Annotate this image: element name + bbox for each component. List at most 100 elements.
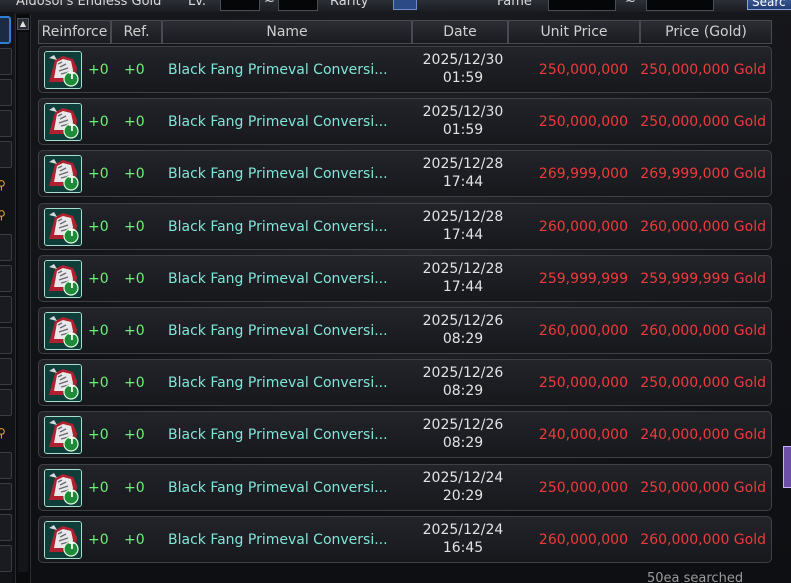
category-tab[interactable] [0,296,12,323]
magnifier-icon[interactable]: ⚲ [0,208,6,222]
table-row[interactable]: T +0 +0 Black Fang Primeval Conversi... 2025… [38,255,772,302]
unit-price: 260,000,000 [538,532,628,548]
category-tab[interactable] [0,545,12,572]
item-badge: T [68,124,76,134]
listing-date: 2025/12/24 16:45 [413,521,513,557]
listing-date: 2025/12/26 08:29 [413,312,513,348]
table-row[interactable]: T +0 +0 Black Fang Primeval Conversi... 2025… [38,150,772,197]
column-header-name[interactable]: Name [162,20,412,44]
category-tab[interactable] [0,110,12,137]
table-row[interactable]: T +0 +0 Black Fang Primeval Conversi... 2025… [38,46,772,93]
unit-price: 250,000,000 [538,62,628,78]
reinforce-value: +0 [88,323,109,339]
item-name[interactable]: Black Fang Primeval Conversi... [168,166,388,182]
column-header-date[interactable]: Date [412,20,508,44]
time-text: 16:45 [442,540,484,556]
listing-date: 2025/12/24 20:29 [413,469,513,505]
item-name[interactable]: Black Fang Primeval Conversi... [168,323,388,339]
side-panel-tab[interactable] [783,446,791,488]
item-icon[interactable]: T [44,208,82,246]
item-icon[interactable]: T [44,312,82,350]
item-icon[interactable]: T [44,521,82,559]
unit-price: 259,999,999 [538,271,628,287]
category-tab[interactable] [0,452,12,479]
column-header-ref[interactable]: Ref. [111,20,162,44]
filter-bar: Aldosol's Endless Gold Lv. ~ Rarity Fame… [0,0,791,12]
table-row[interactable]: T +0 +0 Black Fang Primeval Conversi... 2025… [38,307,772,354]
listing-date: 2025/12/26 08:29 [413,416,513,452]
table-row[interactable]: T +0 +0 Black Fang Primeval Conversi... 2025… [38,516,772,563]
auction-search-window: Aldosol's Endless Gold Lv. ~ Rarity Fame… [0,0,791,583]
unit-price: 250,000,000 [538,480,628,496]
category-tab[interactable] [0,514,12,541]
item-icon[interactable]: T [44,103,82,141]
fame-max-input[interactable] [646,0,714,11]
item-icon[interactable]: T [44,469,82,507]
category-tab[interactable] [0,141,12,168]
scrollbar-track[interactable] [18,32,28,572]
category-tab[interactable] [0,358,12,385]
item-name[interactable]: Black Fang Primeval Conversi... [168,532,388,548]
level-max-input[interactable] [278,0,318,11]
reinforce-value: +0 [88,375,109,391]
item-name[interactable]: Black Fang Primeval Conversi... [168,427,388,443]
category-tab[interactable] [0,234,12,261]
category-tab[interactable] [0,389,12,416]
category-tab[interactable] [0,265,12,292]
category-tab[interactable] [0,48,12,75]
unit-price: 269,999,000 [538,166,628,182]
item-icon[interactable]: T [44,155,82,193]
category-tab[interactable] [0,327,12,354]
category-tab[interactable] [0,483,12,510]
magnifier-icon[interactable]: ⚲ [0,426,6,440]
level-min-input[interactable] [220,0,260,11]
total-price: 260,000,000 Gold [640,219,766,235]
fame-min-input[interactable] [548,0,616,11]
refine-value: +0 [124,532,145,548]
reinforce-value: +0 [88,114,109,130]
item-icon[interactable]: T [44,364,82,402]
table-row[interactable]: T +0 +0 Black Fang Primeval Conversi... 2025… [38,359,772,406]
table-row[interactable]: T +0 +0 Black Fang Primeval Conversi... 2025… [38,98,772,145]
reinforce-value: +0 [88,480,109,496]
item-icon[interactable]: T [44,51,82,89]
item-name[interactable]: Black Fang Primeval Conversi... [168,62,388,78]
listing-date: 2025/12/30 01:59 [413,51,513,87]
level-range-separator: ~ [264,0,275,9]
item-icon[interactable]: T [44,416,82,454]
table-row[interactable]: T +0 +0 Black Fang Primeval Conversi... 2025… [38,464,772,511]
column-header-unit-price[interactable]: Unit Price [508,20,640,44]
search-button[interactable]: Searc [747,0,791,10]
time-text: 20:29 [442,488,484,504]
date-text: 2025/12/26 [422,313,504,329]
rarity-dropdown[interactable]: Rarity [330,0,368,9]
column-header-price[interactable]: Price (Gold) [640,20,772,44]
time-text: 08:29 [442,435,484,451]
magnifier-icon[interactable]: ⚲ [0,178,6,192]
date-text: 2025/12/30 [422,52,504,68]
results-scrollbar[interactable]: ▲ [15,14,31,583]
item-name[interactable]: Black Fang Primeval Conversi... [168,219,388,235]
scroll-up-arrow-icon[interactable]: ▲ [17,18,29,30]
item-badge: T [68,542,76,552]
category-tab-selected[interactable] [0,16,11,44]
date-text: 2025/12/28 [422,209,504,225]
rarity-dropdown-arrow[interactable] [393,0,417,10]
category-filter[interactable]: Aldosol's Endless Gold [16,0,161,9]
category-tab[interactable] [0,79,12,106]
item-name[interactable]: Black Fang Primeval Conversi... [168,271,388,287]
result-count: 50ea searched [647,571,744,583]
item-name[interactable]: Black Fang Primeval Conversi... [168,114,388,130]
refine-value: +0 [124,323,145,339]
fame-range-separator: ~ [625,0,636,9]
table-row[interactable]: T +0 +0 Black Fang Primeval Conversi... 2025… [38,411,772,458]
item-name[interactable]: Black Fang Primeval Conversi... [168,480,388,496]
listing-date: 2025/12/30 01:59 [413,103,513,139]
table-row[interactable]: T +0 +0 Black Fang Primeval Conversi... 2025… [38,203,772,250]
total-price: 250,000,000 Gold [640,375,766,391]
column-header-reinforce[interactable]: Reinforce [38,20,111,44]
reinforce-value: +0 [88,219,109,235]
time-text: 17:44 [442,227,484,243]
item-icon[interactable]: T [44,260,82,298]
item-name[interactable]: Black Fang Primeval Conversi... [168,375,388,391]
